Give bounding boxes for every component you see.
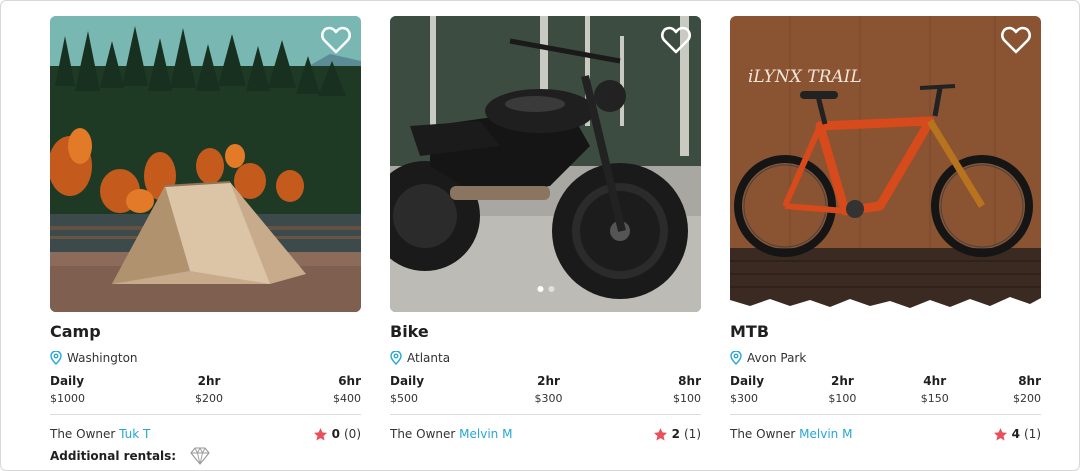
rating: 2 (1): [653, 427, 701, 442]
rate-label: 6hr: [338, 374, 361, 388]
rate-6hr: 6hr $400: [333, 374, 361, 406]
rate-2hr: 2hr $100: [828, 374, 856, 406]
carousel-dots[interactable]: [537, 286, 554, 292]
rate-price: $500: [390, 392, 418, 405]
rate-price: $100: [828, 392, 857, 405]
owner-name-link[interactable]: Melvin M: [799, 427, 852, 441]
heart-outline-icon[interactable]: [661, 26, 691, 54]
listing-photo[interactable]: [390, 16, 701, 312]
divider: [730, 414, 1041, 415]
owner-row: The Owner Tuk T 0 (0): [50, 425, 361, 443]
map-pin-icon: [390, 351, 402, 365]
rate-label: Daily: [50, 374, 85, 388]
rate-8hr: 8hr $100: [673, 374, 701, 406]
heart-outline-icon[interactable]: [1001, 26, 1031, 54]
star-icon: [313, 427, 327, 440]
owner-label: The Owner: [390, 427, 456, 441]
owner-label: The Owner: [730, 427, 796, 441]
rate-table: Daily $1000 2hr $200 6hr $400: [50, 374, 361, 406]
rating-count: (1): [1024, 427, 1041, 441]
listing-card-mtb[interactable]: iLYNX TRAIL MTB Avon Park Daily $300 2hr…: [730, 16, 1041, 443]
owner-row: The Owner Melvin M 4 (1): [730, 425, 1041, 443]
rate-table: Daily $300 2hr $100 4hr $150 8hr $200: [730, 374, 1041, 406]
rating-score: 4: [1011, 427, 1020, 441]
rate-8hr: 8hr $200: [1013, 374, 1041, 406]
location-label: Atlanta: [407, 351, 451, 365]
star-icon: [993, 427, 1007, 440]
rate-price: $300: [534, 392, 563, 405]
rate-table: Daily $500 2hr $300 8hr $100: [390, 374, 701, 406]
listing-title[interactable]: MTB: [730, 322, 1041, 342]
rate-daily: Daily $1000: [50, 374, 85, 406]
rate-4hr: 4hr $150: [921, 374, 949, 406]
rate-label: Daily: [390, 374, 425, 388]
camp-photo: [50, 16, 361, 312]
rating: 4 (1): [993, 427, 1041, 442]
rate-price: $1000: [50, 392, 85, 405]
diamond-icon[interactable]: [190, 447, 210, 465]
listing-card-camp[interactable]: Camp Washington Daily $1000 2hr $200 6hr…: [50, 16, 361, 443]
rate-price: $150: [920, 392, 949, 405]
rate-label: 2hr: [537, 374, 560, 388]
rate-label: 8hr: [1018, 374, 1041, 388]
photo-sign-text: iLYNX TRAIL: [748, 67, 862, 87]
rating-score: 0: [331, 427, 340, 441]
owner-name-link[interactable]: Tuk T: [119, 427, 150, 441]
rate-label: 8hr: [678, 374, 701, 388]
owner-label: The Owner: [50, 427, 116, 441]
listing-title[interactable]: Bike: [390, 322, 701, 342]
divider: [390, 414, 701, 415]
carousel-dot[interactable]: [548, 286, 554, 292]
rate-2hr: 2hr $200: [195, 374, 223, 406]
rate-daily: Daily $500: [390, 374, 424, 406]
rate-price: $200: [195, 392, 223, 405]
rate-daily: Daily $300: [730, 374, 764, 406]
rate-price: $100: [672, 392, 701, 405]
star-icon: [653, 427, 667, 440]
rating-count: (1): [684, 427, 701, 441]
listing-location: Washington: [50, 350, 361, 366]
divider: [50, 414, 361, 415]
listing-location: Atlanta: [390, 350, 701, 366]
rating: 0 (0): [313, 427, 361, 442]
listing-photo[interactable]: iLYNX TRAIL: [730, 16, 1041, 312]
rate-label: 4hr: [923, 374, 947, 388]
listing-title[interactable]: Camp: [50, 322, 361, 342]
location-label: Washington: [67, 351, 138, 365]
listing-location: Avon Park: [730, 350, 1041, 366]
rating-count: (0): [344, 427, 361, 441]
location-label: Avon Park: [747, 351, 807, 365]
additional-rentals: Additional rentals:: [50, 447, 210, 465]
listing-card-bike[interactable]: Bike Atlanta Daily $500 2hr $300 8hr $10…: [390, 16, 701, 443]
rating-score: 2: [671, 427, 680, 441]
rate-label: 2hr: [197, 374, 221, 388]
rate-label: 2hr: [831, 374, 854, 388]
motorcycle-photo: [390, 16, 701, 312]
mountain-bike-photo: iLYNX TRAIL: [730, 16, 1041, 312]
rate-2hr: 2hr $300: [535, 374, 563, 406]
listing-photo[interactable]: [50, 16, 361, 312]
owner-row: The Owner Melvin M 2 (1): [390, 425, 701, 443]
additional-rentals-label: Additional rentals:: [50, 449, 177, 463]
map-pin-icon: [50, 351, 62, 365]
rate-price: $200: [1013, 392, 1041, 405]
carousel-dot[interactable]: [537, 286, 543, 292]
map-pin-icon: [730, 351, 742, 365]
owner-name-link[interactable]: Melvin M: [459, 427, 512, 441]
rate-price: $300: [730, 392, 758, 405]
rate-price: $400: [333, 392, 361, 405]
heart-outline-icon[interactable]: [321, 26, 351, 54]
rate-label: Daily: [730, 374, 765, 388]
